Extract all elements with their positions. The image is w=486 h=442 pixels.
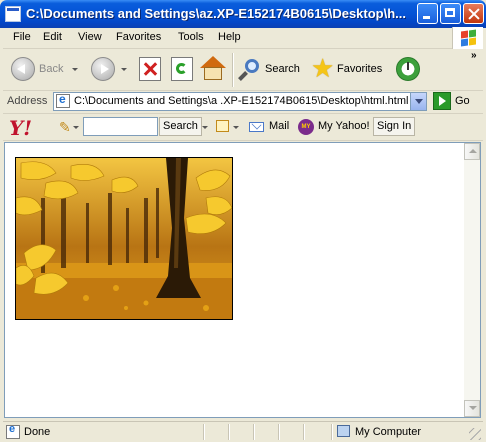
status-text: Done: [24, 426, 51, 438]
close-button[interactable]: [463, 3, 484, 24]
page-icon: [56, 92, 70, 108]
status-separator: [203, 424, 205, 440]
menu-favorites[interactable]: Favorites: [116, 31, 161, 43]
my-yahoo-icon[interactable]: MY: [298, 119, 314, 135]
address-label: Address: [7, 95, 48, 107]
refresh-icon[interactable]: [171, 57, 193, 81]
status-separator: [228, 424, 230, 440]
pencil-icon[interactable]: ✎: [59, 119, 71, 136]
menu-tools[interactable]: Tools: [178, 31, 204, 43]
address-bar: Address C:\Documents and Settings\a .XP-…: [3, 91, 483, 114]
security-zone-label: My Computer: [355, 426, 422, 438]
yahoo-toolbar: Y! ✎ Search Mail MY My Yahoo! Sign In: [3, 114, 483, 141]
home-icon[interactable]: [200, 56, 226, 82]
forward-icon[interactable]: [91, 57, 115, 81]
back-button-label[interactable]: Back: [39, 63, 63, 75]
highlight-icon[interactable]: [216, 120, 229, 132]
status-page-icon: [6, 423, 20, 439]
scroll-up-arrow-icon[interactable]: [464, 143, 480, 160]
scroll-down-arrow-icon[interactable]: [464, 400, 480, 417]
go-arrow-icon[interactable]: [433, 92, 451, 110]
my-computer-icon: [337, 425, 350, 437]
browser-window: C:\Documents and Settings\az.XP-E152174B…: [0, 0, 486, 442]
back-icon[interactable]: [11, 57, 35, 81]
history-icon[interactable]: [396, 57, 420, 81]
autumn-forest-image: [15, 157, 233, 320]
mail-envelope-icon[interactable]: [249, 122, 264, 132]
yahoo-logo[interactable]: Y!: [9, 116, 32, 140]
my-yahoo-button-label[interactable]: My Yahoo!: [314, 117, 374, 136]
minimize-button[interactable]: [417, 3, 438, 24]
address-value[interactable]: C:\Documents and Settings\a .XP-E152174B…: [74, 95, 408, 107]
go-button-label[interactable]: Go: [455, 95, 470, 107]
status-separator: [278, 424, 280, 440]
status-separator: [303, 424, 305, 440]
sign-in-button[interactable]: Sign In: [373, 117, 416, 136]
mail-button-label[interactable]: Mail: [265, 117, 293, 136]
title-bar[interactable]: C:\Documents and Settings\az.XP-E152174B…: [0, 0, 486, 28]
status-separator: [253, 424, 255, 440]
yahoo-search-button[interactable]: Search: [159, 117, 202, 136]
stop-icon[interactable]: [139, 57, 161, 81]
favorites-star-icon[interactable]: ★: [311, 53, 334, 83]
favorites-button-label[interactable]: Favorites: [337, 63, 382, 75]
vertical-scrollbar[interactable]: [464, 142, 481, 418]
menu-file[interactable]: File: [13, 31, 31, 43]
toolbar-separator: [232, 53, 234, 87]
menu-view[interactable]: View: [78, 31, 102, 43]
standard-toolbar: Back Search ★ Favorites: [3, 49, 483, 91]
page-content: [4, 142, 464, 418]
search-button-label[interactable]: Search: [265, 63, 300, 75]
autumn-forest-picture: [16, 158, 232, 319]
pencil-dropdown-icon[interactable]: [73, 126, 79, 129]
menu-edit[interactable]: Edit: [43, 31, 62, 43]
ie-page-icon: [5, 6, 21, 22]
search-dropdown-icon[interactable]: [202, 126, 208, 129]
toolbar-overflow-chevron[interactable]: »: [471, 50, 477, 61]
menu-bar: File Edit View Favorites Tools Help: [3, 28, 483, 49]
resize-grip[interactable]: [469, 428, 481, 440]
window-title: C:\Documents and Settings\az.XP-E152174B…: [26, 6, 406, 21]
yahoo-search-input[interactable]: [83, 117, 158, 136]
windows-logo-icon: [452, 27, 483, 49]
status-separator: [331, 424, 333, 440]
back-dropdown-icon[interactable]: [72, 68, 78, 71]
menu-help[interactable]: Help: [218, 31, 241, 43]
highlight-dropdown-icon[interactable]: [233, 126, 239, 129]
status-bar: Done My Computer: [3, 421, 483, 442]
search-icon[interactable]: [238, 57, 263, 81]
address-dropdown-icon[interactable]: [410, 93, 426, 110]
address-input[interactable]: C:\Documents and Settings\a .XP-E152174B…: [53, 92, 427, 111]
forward-dropdown-icon[interactable]: [121, 68, 127, 71]
maximize-button[interactable]: [440, 3, 461, 24]
